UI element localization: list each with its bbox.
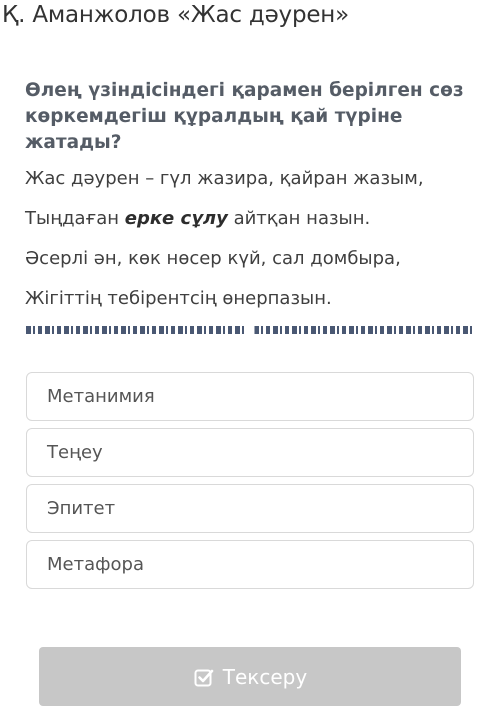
poem-line-1: Жас дәурен – гүл жазира, қайран жазым, xyxy=(25,168,424,189)
poem-line-2-end: айтқан назын. xyxy=(227,208,371,229)
check-button[interactable]: Тексеру xyxy=(39,647,461,706)
quiz-page: Қ. Аманжолов «Жас дәурен» Өлең үзіндісін… xyxy=(0,0,500,718)
option-metafora[interactable]: Метафора xyxy=(26,540,474,589)
poem-line-3: Әсерлі ән, көк нөсер күй, сал домбыра, xyxy=(25,248,401,269)
option-label: Теңеу xyxy=(47,442,103,463)
answer-options: Метанимия Теңеу Эпитет Метафора xyxy=(26,372,474,596)
option-tenew[interactable]: Теңеу xyxy=(26,428,474,477)
answer-blank-line xyxy=(26,326,474,334)
option-label: Эпитет xyxy=(47,498,116,519)
check-square-icon xyxy=(193,666,215,688)
highlighted-phrase: ерке сұлу xyxy=(124,208,228,229)
poem-excerpt: Жас дәурен – гүл жазира, қайран жазым, Т… xyxy=(25,166,485,326)
poem-line-2: Тыңдаған ерке сұлу айтқан назын. xyxy=(25,206,485,246)
page-title: Қ. Аманжолов «Жас дәурен» xyxy=(2,2,350,28)
question-text: Өлең үзіндісіндегі қарамен берілген сөз … xyxy=(25,80,464,153)
poem-line-2-start: Тыңдаған xyxy=(25,208,125,229)
check-button-label: Тексеру xyxy=(222,664,308,689)
option-metanimiya[interactable]: Метанимия xyxy=(26,372,474,421)
option-epitet[interactable]: Эпитет xyxy=(26,484,474,533)
poem-line-4: Жігіттің тебірентсің өнерпазын. xyxy=(25,288,332,309)
option-label: Метафора xyxy=(47,554,144,575)
option-label: Метанимия xyxy=(47,386,155,407)
